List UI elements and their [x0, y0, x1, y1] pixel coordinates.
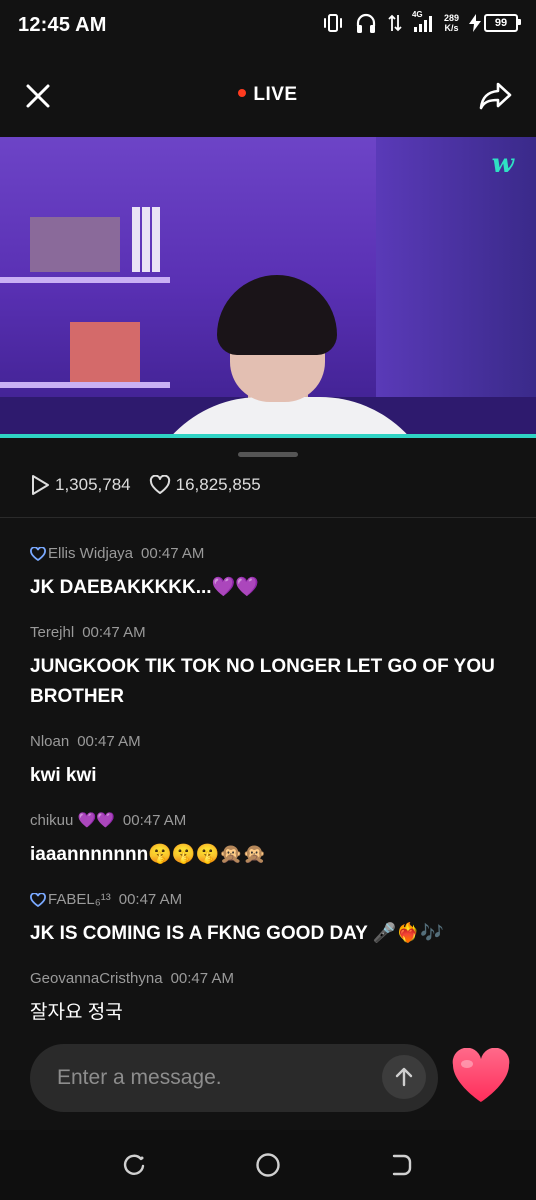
play-count-value: 1,305,784 [55, 475, 131, 494]
send-button[interactable] [382, 1055, 426, 1099]
chat-username: Ellis Widjaya [48, 545, 134, 562]
chat-text: kwi kwi [30, 765, 97, 786]
video-shelf [0, 277, 170, 283]
chat-username: Nloan [30, 733, 70, 750]
chat-message: GeovannaCristhyna 00:47 AM 잘자요 정국 [30, 970, 510, 1028]
drag-handle[interactable] [238, 452, 298, 457]
chat-meta: FABEL₆¹³ 00:47 AM [30, 891, 510, 909]
chat-text: iaaannnnnnn🤫🤫🤫🙊🙊 [30, 844, 267, 865]
video-shelf-item [70, 322, 140, 382]
recents-button[interactable] [120, 1150, 150, 1180]
battery-indicator: 99 [469, 14, 521, 32]
chat-meta: Nloan 00:47 AM [30, 733, 510, 751]
signal-4g-icon: 4G [412, 10, 434, 34]
battery-level: 99 [484, 14, 521, 32]
system-nav-bar [0, 1130, 536, 1200]
chat-text: JK DAEBAKKKKK...💜💜 [30, 577, 259, 598]
home-button[interactable] [253, 1150, 283, 1180]
home-icon [256, 1153, 280, 1177]
data-transfer-icon [388, 14, 402, 32]
live-label: LIVE [253, 84, 298, 105]
chat-user: FABEL₆¹³ [30, 891, 111, 909]
back-button[interactable] [386, 1150, 416, 1180]
video-shelf-item [152, 207, 160, 272]
chat-list[interactable]: Ellis Widjaya 00:47 AM JK DAEBAKKKKK...💜… [30, 520, 510, 1028]
back-icon [392, 1154, 412, 1176]
chat-username: FABEL₆¹³ [48, 891, 111, 908]
heart-icon [452, 1047, 510, 1102]
like-button[interactable] [450, 1047, 512, 1106]
share-button[interactable] [478, 78, 514, 114]
play-icon [32, 475, 49, 495]
recents-icon [123, 1154, 145, 1175]
message-placeholder: Enter a message. [57, 1066, 222, 1089]
chat-meta: Ellis Widjaya 00:47 AM [30, 545, 510, 563]
chat-username: Terejhl [30, 624, 75, 641]
status-time: 12:45 AM [18, 14, 107, 36]
live-header: LIVE [0, 66, 536, 126]
chat-username: chikuu 💜💜 [30, 812, 115, 829]
chat-meta: Terejhl 00:47 AM [30, 624, 510, 642]
stats-row: 1,305,784 16,825,855 [30, 474, 279, 496]
message-input[interactable]: Enter a message. [30, 1044, 438, 1112]
chat-message: Terejhl 00:47 AM JUNGKOOK TIK TOK NO LON… [30, 624, 510, 712]
headphones-icon [356, 13, 376, 33]
video-shelf-item [142, 207, 150, 272]
video-accent-line [0, 434, 536, 438]
live-dot-icon [238, 88, 247, 97]
chat-message: chikuu 💜💜 00:47 AM iaaannnnnnn🤫🤫🤫🙊🙊 [30, 812, 510, 870]
video-shelf [0, 382, 170, 388]
share-icon [479, 82, 512, 110]
net-speed-unit: K/s [444, 23, 459, 33]
video-shelf-item [132, 207, 140, 272]
weverse-logo: w [491, 149, 514, 179]
status-bar: 12:45 AM 4G 289 K/s 99 [0, 0, 536, 56]
video-person [217, 275, 337, 355]
live-indicator: LIVE [0, 84, 536, 106]
chat-time: 00:47 AM [170, 970, 234, 987]
chat-message: FABEL₆¹³ 00:47 AM JK IS COMING IS A FKNG… [30, 891, 510, 949]
net-speed-value: 289 [443, 13, 459, 23]
vibrate-icon [323, 14, 342, 32]
net-speed: 289 K/s [444, 13, 459, 33]
like-count: 16,825,855 [149, 475, 261, 495]
chat-user: Ellis Widjaya [30, 545, 133, 563]
heart-outline-icon [149, 475, 170, 494]
chat-scroll-clip [30, 520, 510, 525]
member-badge-icon [30, 893, 46, 907]
chat-username: GeovannaCristhyna [30, 970, 163, 987]
chat-text: 잘자요 정국 [30, 1002, 123, 1023]
arrow-up-icon [395, 1067, 413, 1087]
charging-bolt-icon [469, 14, 481, 32]
chat-time: 00:47 AM [118, 891, 183, 908]
status-icons: 4G 289 K/s 99 [322, 10, 521, 34]
member-badge-icon [30, 547, 46, 561]
video-background [376, 137, 536, 437]
chat-time: 00:47 AM [141, 545, 205, 562]
divider [0, 517, 536, 518]
live-video[interactable]: w [0, 137, 536, 437]
like-count-value: 16,825,855 [175, 475, 261, 494]
chat-time: 00:47 AM [82, 624, 146, 641]
chat-message: Nloan 00:47 AM kwi kwi [30, 733, 510, 791]
chat-time: 00:47 AM [77, 733, 141, 750]
chat-time: 00:47 AM [122, 812, 187, 829]
chat-meta: chikuu 💜💜 00:47 AM [30, 812, 510, 830]
chat-text: JK IS COMING IS A FKNG GOOD DAY 🎤❤️‍🔥🎶 [30, 923, 444, 944]
chat-text: JUNGKOOK TIK TOK NO LONGER LET GO OF YOU… [30, 656, 495, 707]
play-count: 1,305,784 [30, 474, 131, 496]
chat-meta: GeovannaCristhyna 00:47 AM [30, 970, 510, 988]
chat-message: Ellis Widjaya 00:47 AM JK DAEBAKKKKK...💜… [30, 545, 510, 603]
video-shelf-item [30, 217, 120, 272]
